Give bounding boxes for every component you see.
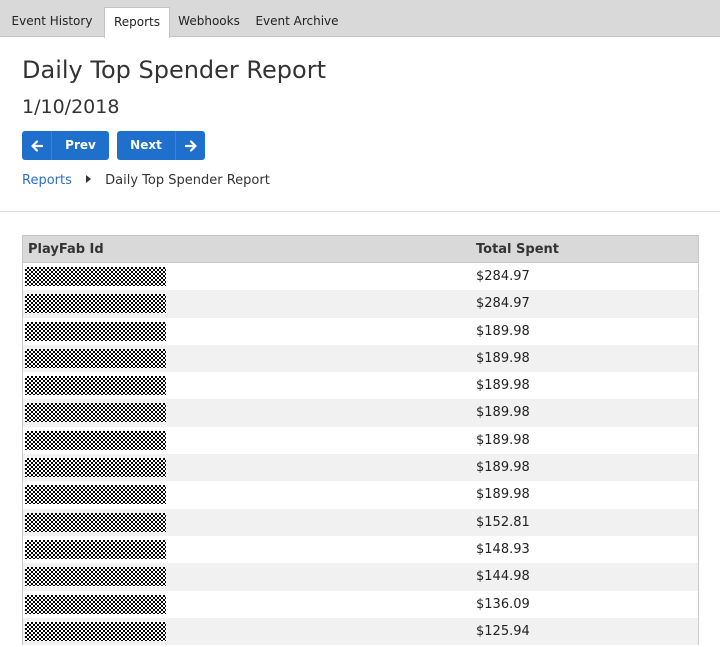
redacted-playfab-id <box>25 403 166 423</box>
column-header-playfab-id[interactable]: PlayFab Id <box>28 236 104 263</box>
redacted-playfab-id <box>25 512 166 532</box>
column-header-total-spent[interactable]: Total Spent <box>476 236 559 263</box>
total-spent-value: $152.81 <box>476 514 530 530</box>
table-row: $152.81 <box>23 508 698 536</box>
tab-webhooks[interactable]: Webhooks <box>170 7 248 37</box>
total-spent-value: $189.98 <box>476 487 530 503</box>
total-spent-value: $189.98 <box>476 350 530 366</box>
redacted-playfab-id <box>25 539 166 559</box>
page-title: Daily Top Spender Report <box>22 56 326 84</box>
table-row: $148.93 <box>23 536 698 563</box>
table-row: $189.98 <box>23 454 698 482</box>
top-spender-table: PlayFab Id Total Spent $284.97 $284.97 $18… <box>22 235 699 646</box>
next-label: Next <box>130 138 162 152</box>
redacted-playfab-id <box>25 458 166 478</box>
redacted-playfab-id <box>25 267 166 286</box>
table-body: $284.97 $284.97 $189.98 $189.98 $189.98 $189.… <box>23 263 698 646</box>
table-row: $189.98 <box>23 481 698 508</box>
prev-label: Prev <box>65 138 96 152</box>
table-row: $125.94 <box>23 617 698 646</box>
table-row: $189.98 <box>23 427 698 454</box>
total-spent-value: $125.94 <box>476 623 530 639</box>
breadcrumb-reports-link[interactable]: Reports <box>22 173 72 188</box>
redacted-playfab-id <box>25 430 166 450</box>
total-spent-value: $284.97 <box>476 269 530 284</box>
total-spent-value: $136.09 <box>476 596 530 612</box>
redacted-playfab-id <box>25 485 166 505</box>
redacted-playfab-id <box>25 567 166 587</box>
caret-right-icon <box>86 175 92 183</box>
total-spent-value: $284.97 <box>476 296 530 312</box>
table-row: $189.98 <box>23 344 698 373</box>
table-row: $189.98 <box>23 372 698 399</box>
table-row: $189.98 <box>23 399 698 427</box>
arrow-left-icon <box>22 131 51 160</box>
redacted-playfab-id <box>25 594 166 614</box>
tab-reports[interactable]: Reports <box>104 7 170 38</box>
table-row: $144.98 <box>23 563 698 591</box>
tab-event-history[interactable]: Event History <box>0 7 104 37</box>
next-button[interactable]: Next <box>117 131 205 160</box>
table-row: $284.97 <box>23 290 698 318</box>
redacted-playfab-id <box>25 321 166 341</box>
breadcrumb-current: Daily Top Spender Report <box>105 173 270 188</box>
table-header: PlayFab Id Total Spent <box>23 235 698 263</box>
total-spent-value: $148.93 <box>476 541 530 557</box>
redacted-playfab-id <box>25 621 166 641</box>
total-spent-value: $144.98 <box>476 569 530 585</box>
table-row: $136.09 <box>23 591 698 618</box>
prev-button[interactable]: Prev <box>22 131 109 160</box>
tab-event-archive[interactable]: Event Archive <box>248 7 346 37</box>
redacted-playfab-id <box>25 294 166 314</box>
redacted-playfab-id <box>25 348 166 368</box>
section-divider <box>0 211 720 212</box>
table-row: $284.97 <box>23 263 698 290</box>
table-row: $189.98 <box>23 318 698 345</box>
report-date: 1/10/2018 <box>22 96 120 118</box>
tab-bar: Event History Reports Webhooks Event Arc… <box>0 0 720 38</box>
total-spent-value: $189.98 <box>476 432 530 448</box>
total-spent-value: $189.98 <box>476 378 530 394</box>
arrow-right-icon <box>176 131 205 160</box>
total-spent-value: $189.98 <box>476 405 530 421</box>
total-spent-value: $189.98 <box>476 323 530 339</box>
total-spent-value: $189.98 <box>476 460 530 476</box>
redacted-playfab-id <box>25 376 166 396</box>
breadcrumb: Reports Daily Top Spender Report <box>22 173 270 188</box>
